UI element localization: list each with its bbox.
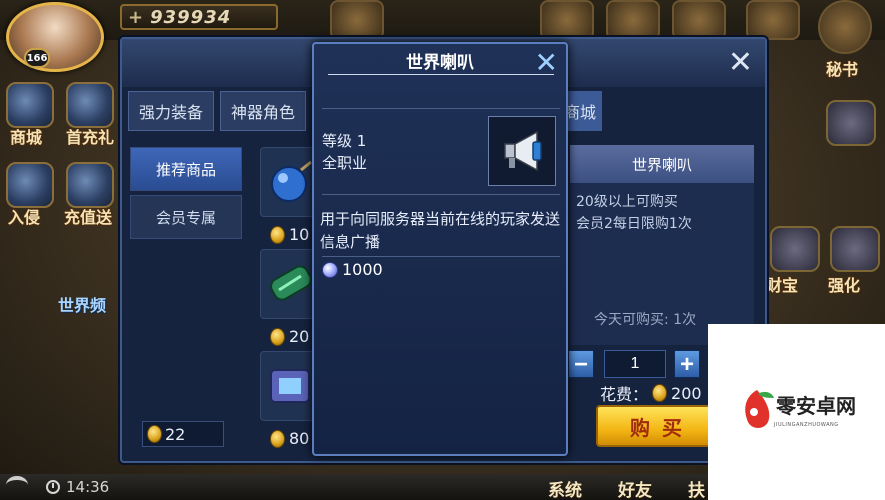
diamond-icon [322,261,338,278]
right-item-enhance[interactable]: 强化 [828,272,860,296]
category-list: 推荐商品 会员专属 [130,147,242,243]
upgrade-icon[interactable] [830,226,880,272]
item-icon-frame [488,116,556,186]
right-item-secretary[interactable]: 秘书 [826,56,858,80]
divider [322,256,560,257]
shop-tabs: 强力装备 神器角色 [128,91,307,131]
shop-close-button[interactable]: ✕ [728,45,753,80]
quantity-minus-button[interactable]: − [568,350,594,378]
title-divider [328,74,554,75]
combat-power-value: 939934 [150,6,232,28]
coin-icon [147,425,162,443]
tooltip-close-button[interactable]: ✕ [535,46,558,79]
bottom-tab-system[interactable]: 系统 [548,476,582,500]
first-charge-icon[interactable] [66,82,114,128]
secretary-icon[interactable] [818,0,872,54]
player-avatar[interactable] [6,2,104,72]
invasion-icon[interactable] [6,162,54,208]
item-slot-bomb[interactable] [260,147,320,217]
bottom-tab-partial[interactable]: 扶 [688,476,705,500]
item-price-1: 10 [270,225,309,244]
side-item-shop[interactable]: 商城 [10,124,42,148]
buy-button[interactable]: 购买 [596,405,716,447]
item-price-value: 20 [289,327,310,346]
player-currency-value: 22 [165,424,186,444]
right-item-treasure[interactable]: 财宝 [766,272,798,296]
side-item-invasion[interactable]: 入侵 [8,204,40,228]
quantity-input[interactable] [604,350,666,378]
coin-icon [652,384,668,402]
tooltip-level: 等级 1 [322,132,367,150]
tab-power-equipment[interactable]: 强力装备 [128,91,215,131]
tooltip-gem-price: 1000 [322,260,383,279]
player-level-badge: 166 [24,48,50,68]
capsule-icon [270,265,312,301]
mech-icon[interactable] [672,0,726,40]
clock-time: 14:36 [66,478,110,496]
watermark-text: 零安卓网 [776,394,856,418]
coin-icon [270,327,285,346]
quantity-plus-button[interactable]: + [674,350,700,378]
tooltip-description: 用于向同服务器当前在线的玩家发送信息广播 [320,210,561,251]
wifi-icon [6,476,28,494]
quantity-stepper: − + [568,349,700,379]
category-vip[interactable]: 会员专属 [130,195,242,239]
clock: 14:36 [46,478,109,496]
item-price-value: 10 [289,225,310,244]
tank-icon[interactable] [826,100,876,146]
watermark-logo-icon [745,390,774,428]
crate-icon [270,369,310,403]
side-item-first-charge[interactable]: 首充礼 [66,124,114,148]
divider [322,108,560,109]
shop-chest-icon[interactable] [6,82,54,128]
sword-icon[interactable] [606,0,660,40]
bomb-icon [271,160,312,202]
item-price-2: 20 [270,327,309,346]
side-item-world-channel[interactable]: 世界频 [58,292,106,316]
book-icon[interactable] [540,0,594,40]
player-currency: 22 [142,421,224,447]
clock-icon [46,480,60,494]
event-icon[interactable] [330,0,384,40]
coin-icon [270,225,285,244]
combat-power-bar: + 939934 [120,4,278,30]
item-price-value: 80 [289,429,310,448]
item-tooltip-popup: 世界喇叭 ✕ 等级 1 全职业 用于向同服务器当前在线的玩家发送信息广播 100… [312,42,568,456]
tab-artifact-characters[interactable]: 神器角色 [220,91,307,131]
detail-vip-limit: 会员2每日限购1次 [576,216,692,232]
power-plus-icon: + [128,6,145,28]
tooltip-class: 全职业 [322,154,368,172]
treasure-icon[interactable] [770,226,820,272]
detail-title: 世界喇叭 [570,145,754,183]
coin-icon [270,429,285,448]
purchase-cost: 花费： 200 [600,381,702,405]
side-item-recharge[interactable]: 充值送 [64,204,112,228]
item-slot-box[interactable] [260,351,320,421]
bottom-tab-friends[interactable]: 好友 [618,476,652,500]
tooltip-title: 世界喇叭 [406,53,474,73]
divider [322,194,560,195]
category-recommended[interactable]: 推荐商品 [130,147,242,191]
cost-label: 花费： [600,385,649,404]
item-slot-capsule[interactable] [260,249,320,319]
gem-price-value: 1000 [342,260,383,279]
detail-requirement: 20级以上可购买 [576,194,678,210]
recharge-gift-icon[interactable] [66,162,114,208]
fist-icon[interactable] [746,0,800,40]
megaphone-icon [504,130,542,172]
tab-shop-partial[interactable]: 商城 [562,91,602,131]
watermark-subtext: JIULINGANZHUOWANG [774,422,839,428]
site-watermark: 零安卓网 JIULINGANZHUOWANG [708,324,885,500]
daily-purchase-limit: 今天可购买: 1次 [594,312,697,328]
item-price-3: 80 [270,429,309,448]
cost-value: 200 [671,383,702,403]
